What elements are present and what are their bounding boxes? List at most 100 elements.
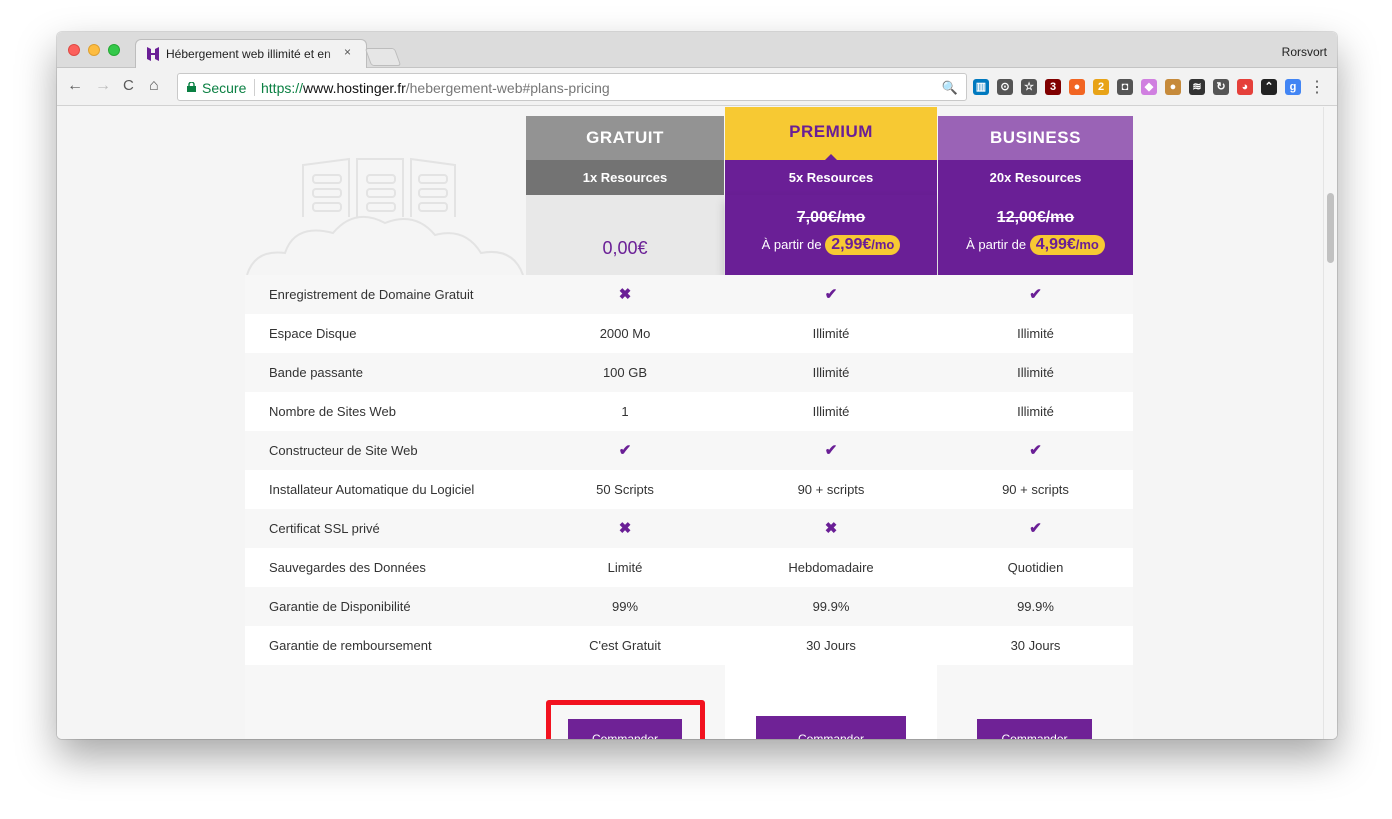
minimize-window-button[interactable] bbox=[88, 44, 100, 56]
promo-amount-premium: 2,99€ bbox=[831, 236, 872, 253]
table-row: Installateur Automatique du Logiciel 50 … bbox=[245, 470, 1133, 509]
table-row: Garantie de remboursement C'est Gratuit … bbox=[245, 626, 1133, 665]
feature-label: Garantie de remboursement bbox=[269, 638, 432, 653]
plan-name-gratuit: GRATUIT bbox=[526, 116, 724, 160]
check-icon: ✔ bbox=[1029, 442, 1042, 459]
forward-icon[interactable]: → bbox=[95, 77, 111, 95]
zoom-icon[interactable]: 🔍 bbox=[942, 80, 958, 96]
table-row: Sauvegardes des Données Limité Hebdomada… bbox=[245, 548, 1133, 587]
profile-name[interactable]: Rorsvort bbox=[1282, 45, 1327, 59]
cross-icon: ✖ bbox=[618, 286, 632, 303]
plan-resources-business: 20x Resources bbox=[938, 160, 1133, 195]
pink-icon[interactable]: ◆ bbox=[1141, 79, 1157, 95]
feature-value: Illimité bbox=[1017, 326, 1054, 341]
refresh-icon[interactable]: ↻ bbox=[1213, 79, 1229, 95]
feature-value: 1 bbox=[621, 404, 629, 419]
reload-icon[interactable]: C bbox=[123, 77, 134, 95]
price-box-business: 12,00€/mo À partir de 4,99€/mo bbox=[938, 195, 1133, 275]
secure-label: Secure bbox=[202, 80, 247, 96]
menu-icon[interactable]: ⋮ bbox=[1309, 77, 1325, 97]
pocket-icon[interactable]: ◘ bbox=[1117, 79, 1133, 95]
feature-value: Illimité bbox=[812, 404, 850, 419]
commander-button-premium[interactable]: Commander bbox=[756, 716, 906, 739]
url-path: /hebergement-web#plans-pricing bbox=[405, 80, 610, 96]
url-divider bbox=[254, 79, 255, 96]
table-row: Constructeur de Site Web ✔ ✔ ✔ bbox=[245, 431, 1133, 470]
table-row: Bande passante 100 GB Illimité Illimité bbox=[245, 353, 1133, 392]
check-icon: ✔ bbox=[1029, 286, 1042, 303]
highlight-box bbox=[546, 700, 705, 739]
price-gratuit: 0,00€ bbox=[602, 238, 648, 258]
promo-price-premium: 2,99€/mo bbox=[825, 235, 901, 255]
feature-value: Illimité bbox=[812, 326, 850, 341]
table-row: Enregistrement de Domaine Gratuit ✖ ✔ ✔ bbox=[245, 275, 1133, 314]
trello-icon[interactable]: ▥ bbox=[973, 79, 989, 95]
old-price-premium: 7,00€/mo bbox=[796, 209, 866, 226]
google-icon[interactable]: g bbox=[1285, 79, 1301, 95]
url-scheme: https:// bbox=[261, 80, 304, 96]
price-box-gratuit: 0,00€ bbox=[526, 195, 724, 275]
address-bar[interactable]: Secure https://www.hostinger.fr/hebergem… bbox=[177, 73, 967, 101]
lock-icon bbox=[187, 82, 196, 92]
ublock-icon[interactable]: 3 bbox=[1045, 79, 1061, 95]
tab-strip: Hébergement web illimité et en × Rorsvor… bbox=[57, 32, 1337, 69]
feature-value: 99.9% bbox=[1017, 599, 1054, 614]
servers-cloud-icon bbox=[246, 157, 524, 275]
download-icon[interactable]: 2 bbox=[1093, 79, 1109, 95]
plan-name-premium: PREMIUM bbox=[725, 107, 937, 160]
promo-unit-business: /mo bbox=[1075, 237, 1099, 252]
feature-value: 100 GB bbox=[602, 365, 648, 380]
table-row: Certificat SSL privé ✖ ✖ ✔ bbox=[245, 509, 1133, 548]
check-icon: ✔ bbox=[1029, 520, 1042, 537]
feature-value: 99.9% bbox=[812, 599, 850, 614]
home-icon[interactable]: ⌂ bbox=[149, 77, 159, 95]
commander-button-business[interactable]: Commander bbox=[977, 719, 1092, 739]
plan-name-business: BUSINESS bbox=[938, 116, 1133, 160]
scrollbar-thumb[interactable] bbox=[1327, 193, 1334, 263]
table-row: Espace Disque 2000 Mo Illimité Illimité bbox=[245, 314, 1133, 353]
maximize-window-button[interactable] bbox=[108, 44, 120, 56]
feature-label: Sauvegardes des Données bbox=[269, 560, 426, 575]
scrollbar[interactable] bbox=[1323, 107, 1337, 739]
star-icon[interactable]: ☆ bbox=[1021, 79, 1037, 95]
feature-value: 50 Scripts bbox=[596, 482, 654, 497]
feature-value: 90 + scripts bbox=[797, 482, 865, 497]
plan-resources-premium: 5x Resources bbox=[725, 160, 937, 195]
feature-label: Certificat SSL privé bbox=[269, 521, 380, 536]
table-row: Nombre de Sites Web 1 Illimité Illimité bbox=[245, 392, 1133, 431]
feature-value: Illimité bbox=[812, 365, 850, 380]
cookie-icon[interactable]: ● bbox=[1165, 79, 1181, 95]
feature-label: Bande passante bbox=[269, 365, 363, 380]
cross-icon: ✖ bbox=[824, 520, 838, 537]
promo-price-business: 4,99€/mo bbox=[1029, 235, 1105, 255]
table-row: Garantie de Disponibilité 99% 99.9% 99.9… bbox=[245, 587, 1133, 626]
plan-resources-gratuit: 1x Resources bbox=[526, 160, 724, 195]
tab-close-icon[interactable]: × bbox=[344, 45, 351, 59]
check-icon: ✔ bbox=[824, 286, 838, 303]
feature-label: Constructeur de Site Web bbox=[269, 443, 418, 458]
feature-value: 99% bbox=[611, 599, 639, 614]
url-host: www.hostinger.fr bbox=[303, 80, 406, 96]
feature-value: 30 Jours bbox=[1010, 638, 1061, 653]
from-label-premium: À partir de bbox=[761, 237, 822, 252]
close-window-button[interactable] bbox=[68, 44, 80, 56]
orange-circle-icon[interactable]: ● bbox=[1069, 79, 1085, 95]
from-label-business: À partir de bbox=[966, 237, 1027, 252]
feature-label: Installateur Automatique du Logiciel bbox=[269, 482, 475, 497]
check-icon: ✔ bbox=[824, 442, 838, 459]
arrow-circle-icon[interactable]: ⊙ bbox=[997, 79, 1013, 95]
browser-window: Hébergement web illimité et en × Rorsvor… bbox=[57, 32, 1337, 739]
promo-unit-premium: /mo bbox=[871, 237, 895, 252]
cross-icon: ✖ bbox=[618, 520, 632, 537]
color-icon[interactable]: ◕ bbox=[1237, 79, 1253, 95]
back-icon[interactable]: ← bbox=[67, 77, 83, 95]
feature-label: Espace Disque bbox=[269, 326, 357, 341]
promo-amount-business: 4,99€ bbox=[1035, 236, 1076, 253]
new-tab-button[interactable] bbox=[364, 48, 402, 66]
buffer-icon[interactable]: ≋ bbox=[1189, 79, 1205, 95]
feature-label: Nombre de Sites Web bbox=[269, 404, 396, 419]
feature-value: 30 Jours bbox=[806, 638, 856, 653]
wave-icon[interactable]: ⌃ bbox=[1261, 79, 1277, 95]
page-content: GRATUIT 1x Resources 0,00€ PREMIUM 5x Re… bbox=[57, 107, 1323, 739]
old-price-business: 12,00€/mo bbox=[996, 209, 1075, 226]
